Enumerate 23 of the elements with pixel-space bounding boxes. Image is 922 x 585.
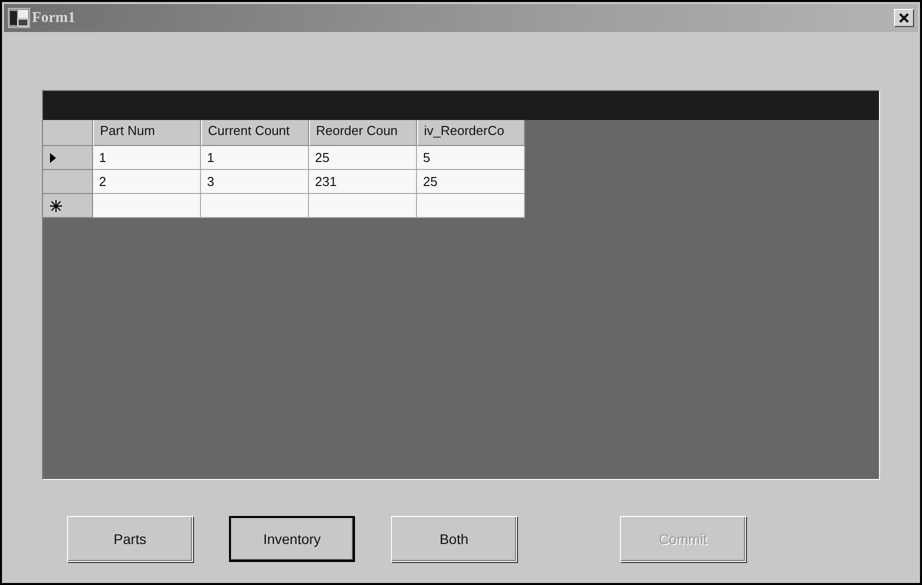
table-cell[interactable]: 5 <box>417 146 525 170</box>
column-header[interactable]: Reorder Coun <box>309 120 417 146</box>
table-cell[interactable]: 25 <box>417 170 525 194</box>
close-icon <box>899 13 909 23</box>
action-button[interactable]: Inventory <box>229 516 355 562</box>
table-cell[interactable]: 2 <box>93 170 201 194</box>
column-header[interactable]: Part Num <box>93 120 201 146</box>
table-cell[interactable]: 231 <box>309 170 417 194</box>
column-header[interactable]: iv_ReorderCo <box>417 120 525 146</box>
close-button[interactable] <box>894 9 914 27</box>
row-header[interactable] <box>43 194 93 218</box>
current-row-icon <box>50 152 56 162</box>
column-header[interactable]: Current Count <box>201 120 309 146</box>
action-button[interactable]: Both <box>391 516 517 562</box>
action-button[interactable]: Parts <box>67 516 193 562</box>
table-cell[interactable]: 25 <box>309 146 417 170</box>
table-cell[interactable]: 1 <box>201 146 309 170</box>
new-row-icon <box>50 200 62 212</box>
app-icon <box>8 8 30 28</box>
table-cell[interactable]: 3 <box>201 170 309 194</box>
window-title: Form1 <box>32 10 76 26</box>
table-cell[interactable]: 1 <box>93 146 201 170</box>
row-header[interactable] <box>43 146 93 170</box>
